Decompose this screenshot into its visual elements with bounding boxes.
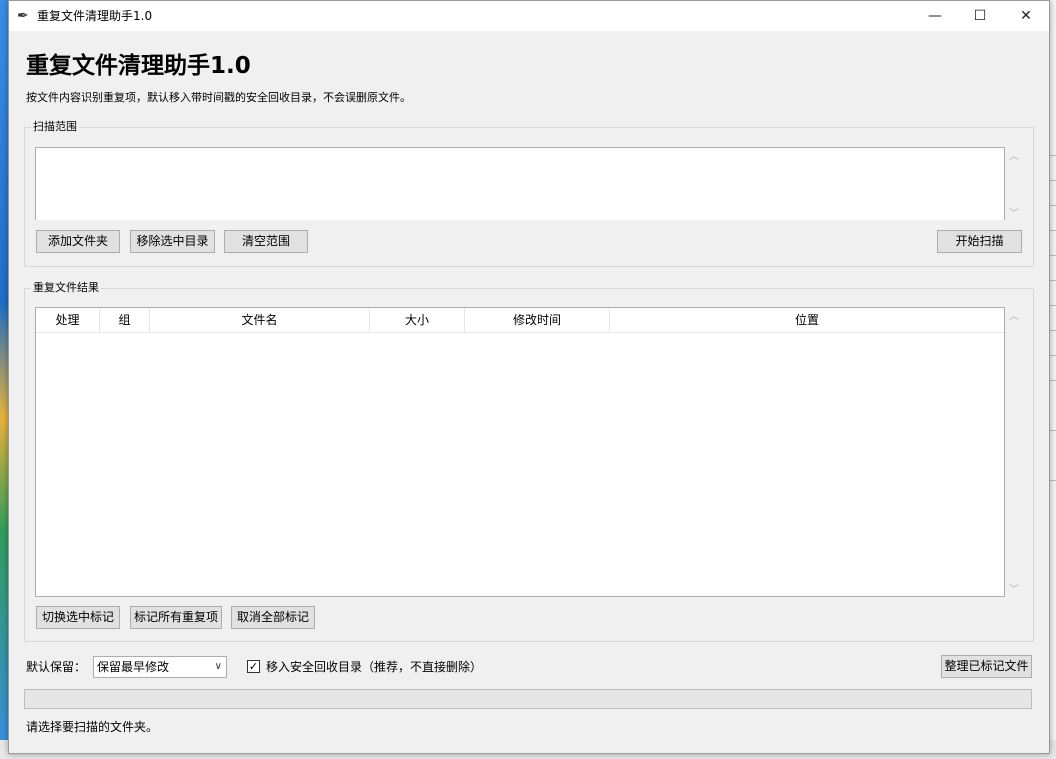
keep-policy-value: 保留最早修改 xyxy=(97,660,170,674)
scroll-down-icon[interactable]: ﹀ xyxy=(1007,206,1021,219)
scroll-up-icon[interactable]: ︿ xyxy=(1007,309,1021,322)
add-folder-button[interactable]: 添加文件夹 xyxy=(36,230,120,253)
results-label: 重复文件结果 xyxy=(31,280,101,296)
remove-selected-folder-button[interactable]: 移除选中目录 xyxy=(130,230,215,253)
mark-all-duplicates-button[interactable]: 标记所有重复项 xyxy=(130,606,222,629)
column-header-location[interactable]: 位置 xyxy=(610,308,1004,332)
chevron-down-icon: ∨ xyxy=(214,661,222,672)
maximize-button[interactable]: ☐ xyxy=(957,1,1003,31)
results-scrollbar[interactable]: ︿ ﹀ xyxy=(1007,307,1021,597)
default-keep-label: 默认保留： xyxy=(26,660,87,674)
organize-marked-files-button[interactable]: 整理已标记文件 xyxy=(941,655,1032,678)
progress-bar xyxy=(24,689,1032,709)
move-to-recycle-checkbox[interactable]: ✓ xyxy=(247,660,260,673)
window-title: 重复文件清理助手1.0 xyxy=(37,9,153,23)
page-subtitle: 按文件内容识别重复项，默认移入带时间戳的安全回收目录，不会误删原文件。 xyxy=(26,91,411,104)
results-table-header: 处理 组 文件名 大小 修改时间 位置 xyxy=(36,308,1004,333)
page-title: 重复文件清理助手1.0 xyxy=(26,53,251,79)
scroll-up-icon[interactable]: ︿ xyxy=(1007,149,1021,162)
scan-folder-list[interactable] xyxy=(35,147,1005,220)
keep-policy-select[interactable]: 保留最早修改 ∨ xyxy=(93,656,227,678)
column-header-size[interactable]: 大小 xyxy=(370,308,465,332)
scroll-down-icon[interactable]: ﹀ xyxy=(1007,582,1021,595)
minimize-button[interactable]: — xyxy=(912,1,958,31)
column-header-filename[interactable]: 文件名 xyxy=(150,308,370,332)
move-to-recycle-label[interactable]: 移入安全回收目录（推荐，不直接删除） xyxy=(266,659,482,675)
toggle-selected-mark-button[interactable]: 切换选中标记 xyxy=(36,606,120,629)
start-scan-button[interactable]: 开始扫描 xyxy=(937,230,1022,253)
title-bar[interactable]: ✒ 重复文件清理助手1.0 — ☐ ✕ xyxy=(9,1,1049,31)
status-text: 请选择要扫描的文件夹。 xyxy=(26,720,159,734)
scan-scope-label: 扫描范围 xyxy=(31,119,79,135)
clear-scope-button[interactable]: 清空范围 xyxy=(224,230,308,253)
feather-icon: ✒ xyxy=(17,8,29,24)
folder-list-scrollbar[interactable]: ︿ ﹀ xyxy=(1007,147,1021,221)
app-window: ✒ 重复文件清理助手1.0 — ☐ ✕ 重复文件清理助手1.0 按文件内容识别重… xyxy=(8,0,1050,754)
close-button[interactable]: ✕ xyxy=(1003,1,1049,31)
column-header-modified[interactable]: 修改时间 xyxy=(465,308,610,332)
results-table[interactable]: 处理 组 文件名 大小 修改时间 位置 xyxy=(35,307,1005,597)
column-header-group[interactable]: 组 xyxy=(100,308,150,332)
unmark-all-button[interactable]: 取消全部标记 xyxy=(231,606,315,629)
column-header-action[interactable]: 处理 xyxy=(36,308,100,332)
